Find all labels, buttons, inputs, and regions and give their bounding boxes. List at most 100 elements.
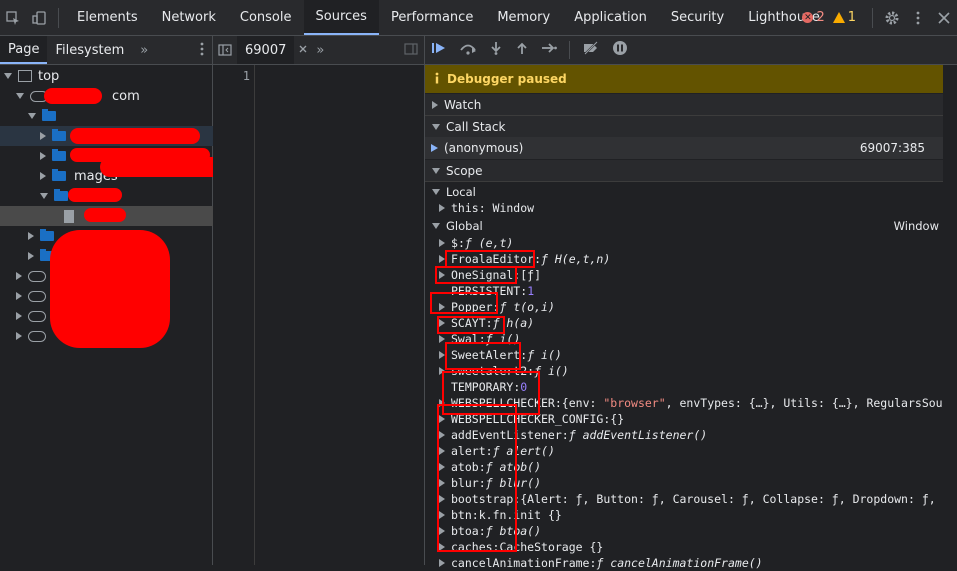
step-icon[interactable]	[541, 41, 557, 59]
collapse-arrow-icon	[40, 172, 46, 180]
tree-item-domain[interactable]: com	[0, 86, 228, 106]
warning-count: 1	[847, 10, 856, 25]
scope-this-row[interactable]: this: Window	[425, 200, 957, 216]
expand-arrow-icon	[4, 73, 12, 79]
warning-counter[interactable]: 1	[832, 10, 856, 25]
devtools-tabbar: Elements Network Console Sources Perform…	[0, 0, 957, 36]
pane-title: Watch	[444, 97, 482, 112]
property-value: ƒ (e,t)	[464, 236, 514, 250]
tree-item-folder[interactable]	[0, 106, 240, 126]
property-separator: :	[520, 348, 528, 362]
property-separator: :	[603, 412, 611, 426]
tab-filesystem[interactable]: Filesystem	[47, 36, 132, 64]
collapse-arrow-icon	[28, 232, 34, 240]
annotation-box	[437, 404, 517, 552]
property-name: cancelAnimationFrame	[451, 556, 590, 570]
resume-icon[interactable]	[431, 41, 447, 59]
redaction-mark	[70, 128, 200, 144]
tab-network[interactable]: Network	[150, 0, 228, 35]
property-separator: :	[554, 396, 562, 410]
call-stack-pane-header[interactable]: Call Stack	[425, 116, 943, 138]
debugger-toolbar	[425, 36, 957, 65]
pause-on-exceptions-icon[interactable]	[612, 40, 628, 60]
inspect-element-icon[interactable]	[0, 0, 26, 35]
scope-property-row[interactable]: cancelAnimationFrame: ƒ cancelAnimationF…	[425, 555, 957, 571]
tab-elements[interactable]: Elements	[65, 0, 150, 35]
tab-memory[interactable]: Memory	[485, 0, 562, 35]
expand-arrow-icon	[432, 223, 440, 229]
property-separator: :	[589, 556, 597, 570]
toggle-navigator-icon[interactable]	[213, 44, 237, 56]
line-gutter[interactable]: 1	[213, 65, 255, 565]
current-frame-arrow-icon	[431, 144, 438, 152]
property-value: ƒ i()	[527, 348, 562, 362]
tree-item-top[interactable]: top	[0, 66, 216, 86]
step-out-icon[interactable]	[515, 41, 529, 59]
toolbar-divider	[58, 7, 59, 28]
scrollbar[interactable]	[943, 65, 957, 565]
frame-icon	[18, 70, 32, 82]
toggle-debugger-icon[interactable]	[404, 42, 418, 58]
collapse-arrow-icon	[432, 100, 438, 109]
redaction-mark	[50, 230, 170, 348]
device-toolbar-icon[interactable]	[26, 0, 52, 35]
folder-icon	[52, 169, 66, 181]
tab-console[interactable]: Console	[228, 0, 304, 35]
collapse-arrow-icon	[16, 272, 22, 280]
gear-icon[interactable]	[879, 0, 905, 35]
scope-local-header[interactable]: Local	[425, 184, 943, 200]
folder-icon	[52, 149, 66, 161]
more-options-icon[interactable]	[200, 42, 204, 59]
step-into-icon[interactable]	[489, 41, 503, 59]
scope-pane-header[interactable]: Scope	[425, 160, 943, 182]
scope-global-header[interactable]: Global Window	[425, 218, 943, 234]
warning-icon	[832, 12, 845, 23]
code-editor: 69007 » 1	[213, 36, 425, 565]
folder-icon	[42, 109, 56, 121]
watch-pane-header[interactable]: Watch	[425, 94, 943, 116]
scope-property-row[interactable]: Popper: ƒ t(o,i)	[425, 299, 957, 315]
tab-page[interactable]: Page	[0, 36, 48, 64]
tab-application[interactable]: Application	[562, 0, 659, 35]
scope-global-value: Window	[893, 219, 939, 233]
deactivate-breakpoints-icon[interactable]	[582, 41, 600, 59]
more-tabs-icon[interactable]: »	[132, 36, 156, 64]
collapse-arrow-icon	[16, 312, 22, 320]
redaction-mark	[68, 188, 122, 202]
property-value: ƒ t(o,i)	[499, 300, 555, 314]
call-frame-row[interactable]: (anonymous) 69007:385	[425, 137, 943, 159]
scope-local-label: Local	[446, 185, 476, 199]
editor-tab-file[interactable]: 69007	[237, 36, 295, 64]
toolbar-divider	[872, 7, 873, 28]
redaction-mark	[84, 208, 126, 222]
scope-global-label: Global	[446, 219, 483, 233]
step-over-icon[interactable]	[459, 41, 477, 59]
tree-item-label: top	[38, 68, 60, 84]
close-icon[interactable]	[298, 43, 308, 57]
error-icon: ✕	[802, 12, 814, 23]
more-tabs-icon[interactable]: »	[316, 43, 324, 58]
collapse-arrow-icon	[439, 239, 445, 247]
property-separator: :	[457, 236, 465, 250]
property-value: 1	[527, 284, 535, 298]
close-icon[interactable]	[931, 0, 957, 35]
annotation-box	[445, 342, 521, 370]
more-options-icon[interactable]	[905, 0, 931, 35]
tab-sources[interactable]: Sources	[303, 0, 379, 35]
property-separator: :	[561, 428, 569, 442]
expand-arrow-icon	[432, 189, 440, 195]
paused-banner: Debugger paused	[425, 65, 943, 93]
error-counter[interactable]: ✕ 2	[802, 10, 825, 25]
scope-property-row[interactable]: PERSISTENT: 1	[425, 283, 957, 299]
tab-performance[interactable]: Performance	[379, 0, 485, 35]
collapse-arrow-icon	[16, 292, 22, 300]
debugger-sidebar: Debugger paused Watch Call Stack (anonym…	[425, 36, 957, 570]
expand-arrow-icon	[432, 123, 440, 130]
cloud-icon	[28, 270, 46, 282]
scope-property-row[interactable]: $: ƒ (e,t)	[425, 235, 957, 251]
call-frame-location[interactable]: 69007:385	[860, 141, 925, 155]
property-value: {Alert: ƒ, Button: ƒ, Carousel: ƒ, Colla…	[520, 492, 957, 506]
tab-security[interactable]: Security	[659, 0, 736, 35]
cloud-icon	[28, 290, 46, 302]
cloud-icon	[28, 310, 46, 322]
